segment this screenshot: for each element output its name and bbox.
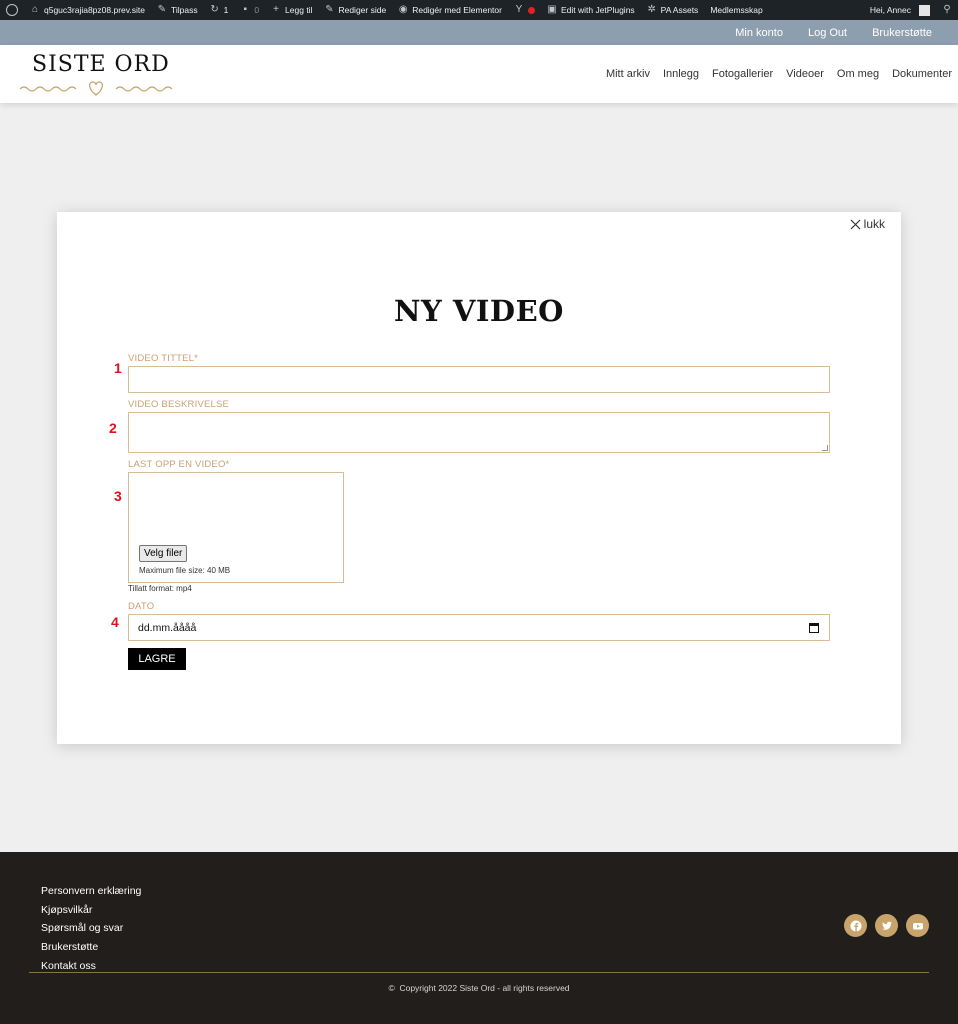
resize-handle-icon[interactable] [822,445,828,451]
nav-videos[interactable]: Videoer [786,68,824,80]
date-label: DATO [128,601,155,612]
youtube-icon [912,922,923,929]
page-title: NY VIDEO [394,294,564,328]
allowed-format-hint: Tillatt format: mp4 [128,584,192,593]
admin-customize-link[interactable]: ✎ Tilpass [151,0,204,20]
logo-ornament-icon [19,81,173,96]
footer-link-terms[interactable]: Kjøpsvilkår [41,901,141,920]
nav-documents[interactable]: Dokumenter [892,68,952,80]
video-title-label: VIDEO TITTEL* [128,353,198,364]
pa-assets-label: PA Assets [660,5,699,15]
elementor-icon: ◉ [398,4,408,15]
wordpress-icon [6,4,18,16]
seo-status-dot [527,6,535,14]
gear-icon: ✲ [647,4,656,15]
admin-comments-link[interactable]: ▪ 0 [234,0,265,20]
edit-page-label: Rediger side [338,5,387,15]
admin-membership-link[interactable]: Medlemsskap [704,0,768,20]
footer-divider [29,972,929,973]
admin-edit-page-link[interactable]: ✎ Rediger side [318,0,392,20]
admin-add-new-link[interactable]: + Legg til [265,0,318,20]
marker-4: 4 [111,614,119,630]
admin-account-link[interactable]: Hei, Annec [864,0,936,20]
video-title-input[interactable] [128,366,830,393]
facebook-link[interactable] [844,914,867,937]
nav-photo-galleries[interactable]: Fotogallerier [712,68,773,80]
admin-updates-link[interactable]: ↻ 1 [204,0,235,20]
pencil-icon: ✎ [325,4,334,15]
marker-2: 2 [109,420,117,436]
membership-label: Medlemsskap [710,5,763,15]
site-footer: Personvern erklæring Kjøpsvilkår Spørsmå… [0,852,958,1024]
site-logo[interactable]: SISTE ORD [32,52,170,77]
support-link[interactable]: Brukerstøtte [872,27,932,39]
admin-pa-assets-link[interactable]: ✲ PA Assets [641,0,705,20]
search-icon: ⚲ [943,4,951,15]
admin-account-area: Hei, Annec ⚲ [864,0,958,20]
date-input[interactable]: dd.mm.åååå [128,614,830,641]
choose-files-button[interactable]: Velg filer [139,545,188,562]
footer-links: Personvern erklæring Kjøpsvilkår Spørsmå… [41,882,141,975]
jetplugins-icon: ▣ [547,4,557,15]
footer-link-support[interactable]: Brukerstøtte [41,938,141,957]
brush-icon: ✎ [157,4,167,15]
user-menu-bar: Min konto Log Out Brukerstøtte [0,20,958,45]
admin-bar: ⌂ q5guc3rajia8pz08.prev.site ✎ Tilpass ↻ 1 … [0,0,958,20]
close-button[interactable]: lukk [850,217,885,231]
plus-icon: + [273,4,279,15]
site-name: q5guc3rajia8pz08.prev.site [44,5,145,15]
copyright-icon: © [388,983,395,993]
youtube-link[interactable] [906,914,929,937]
new-video-modal: lukk NY VIDEO 1 VIDEO TITTEL* 2 VIDEO BE… [57,212,901,744]
admin-elementor-link[interactable]: ◉ Redigér med Elementor [392,0,508,20]
copyright-label: Copyright 2022 Siste Ord - all rights re… [399,983,570,993]
nav-about-me[interactable]: Om meg [837,68,879,80]
yoast-icon: Y [515,4,523,15]
max-file-size-hint: Maximum file size: 40 MB [139,566,231,575]
nav-posts[interactable]: Innlegg [663,68,699,80]
elementor-label: Redigér med Elementor [412,5,502,15]
marker-3: 3 [114,488,122,504]
comment-icon: ▪ [243,4,248,15]
admin-site-link[interactable]: ⌂ q5guc3rajia8pz08.prev.site [24,0,151,20]
refresh-icon: ↻ [210,4,219,15]
main-nav: Mitt arkiv Innlegg Fotogallerier Videoer… [593,68,952,80]
facebook-icon [850,920,861,931]
video-description-label: VIDEO BESKRIVELSE [128,399,230,410]
my-account-link[interactable]: Min konto [735,27,783,39]
close-icon [850,219,861,229]
site-header: SISTE ORD Mitt arkiv Innlegg Fotogalleri… [0,45,958,103]
logout-link[interactable]: Log Out [808,27,847,39]
wp-logo-menu[interactable] [0,0,24,20]
updates-count: 1 [223,5,229,15]
date-placeholder: dd.mm.åååå [138,622,197,634]
video-dropzone[interactable]: Velg filer Maximum file size: 40 MB [128,472,344,583]
twitter-link[interactable] [875,914,898,937]
footer-link-faq[interactable]: Spørsmål og svar [41,919,141,938]
footer-link-privacy[interactable]: Personvern erklæring [41,882,141,901]
social-links [844,914,929,937]
dashboard-icon: ⌂ [31,4,39,15]
admin-search-button[interactable]: ⚲ [936,0,958,20]
calendar-icon[interactable] [809,623,819,633]
add-new-label: Legg til [285,5,313,15]
save-button[interactable]: LAGRE [128,648,186,670]
video-description-textarea[interactable] [128,412,830,453]
customize-label: Tilpass [170,5,198,15]
comments-count: 0 [254,5,260,15]
nav-my-archive[interactable]: Mitt arkiv [606,68,650,80]
marker-1: 1 [114,360,122,376]
copyright-text: © Copyright 2022 Siste Ord - all rights … [0,983,958,993]
jetplugins-label: Edit with JetPlugins [560,5,635,15]
greeting-label: Hei, Annec [869,5,911,15]
admin-yoast-link[interactable]: Y [508,0,541,20]
twitter-icon [881,921,892,930]
video-upload-label: LAST OPP EN VIDEO* [128,459,230,470]
close-label: lukk [863,217,885,231]
admin-jetplugins-link[interactable]: ▣ Edit with JetPlugins [541,0,641,20]
avatar [919,4,930,16]
